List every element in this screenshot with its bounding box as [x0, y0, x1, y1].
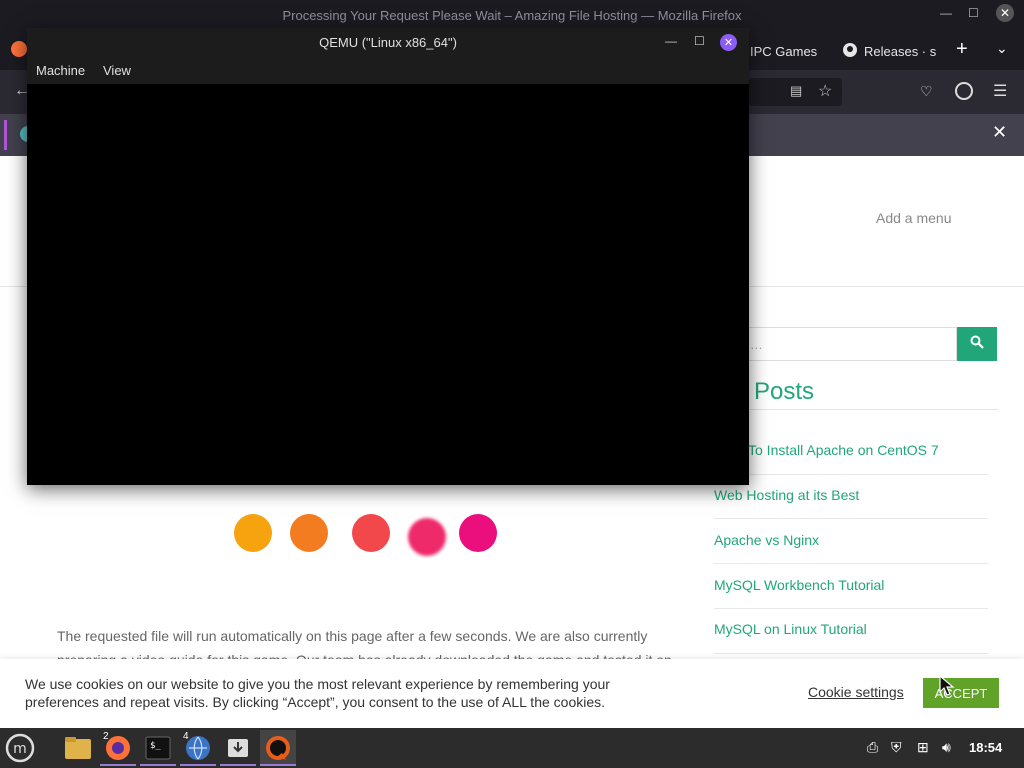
- cookie-text: We use cookies on our website to give yo…: [25, 676, 610, 710]
- loader-dot: [290, 514, 328, 552]
- tab-ipc-games[interactable]: IPC Games: [750, 38, 817, 64]
- search-input[interactable]: h …: [714, 327, 957, 361]
- menu-machine[interactable]: Machine: [36, 63, 85, 78]
- active-indicator: [100, 764, 136, 766]
- post-link[interactable]: MySQL on Linux Tutorial: [714, 621, 867, 637]
- post-link[interactable]: Web Hosting at its Best: [714, 487, 859, 503]
- taskbar: m 2 $_ 4 ⎙ ⛨ ⊞ 🔊︎ 18:54: [0, 728, 1024, 768]
- post-divider: [714, 653, 988, 654]
- post-divider: [714, 608, 988, 609]
- qemu-minimize-icon[interactable]: —: [665, 34, 677, 48]
- notes-tray-icon[interactable]: ⎙: [867, 739, 878, 756]
- terminal-icon[interactable]: $_: [140, 730, 176, 766]
- firefox-titlebar: Processing Your Request Please Wait – Am…: [0, 0, 1024, 30]
- browser-icon[interactable]: 4: [180, 730, 216, 766]
- post-divider: [714, 563, 988, 564]
- loader-dot: [408, 518, 446, 556]
- clock[interactable]: 18:54: [969, 740, 1002, 755]
- qemu-display[interactable]: [27, 84, 749, 485]
- account-icon[interactable]: [955, 82, 973, 100]
- search-button[interactable]: [957, 327, 997, 361]
- notification-close-icon[interactable]: ✕: [992, 122, 1007, 143]
- mint-menu-icon[interactable]: m: [2, 730, 38, 766]
- active-indicator: [260, 764, 296, 766]
- menu-view[interactable]: View: [103, 63, 131, 78]
- tab-releases[interactable]: Releases · s: [842, 38, 936, 64]
- close-icon[interactable]: ✕: [996, 4, 1014, 22]
- recent-posts-divider: [714, 409, 998, 410]
- maximize-icon[interactable]: ☐: [968, 6, 979, 20]
- minimize-icon[interactable]: —: [940, 6, 952, 20]
- qemu-taskbar-icon[interactable]: [260, 730, 296, 766]
- notification-accent: [4, 120, 7, 150]
- firefox-taskbar-icon[interactable]: 2: [100, 730, 136, 766]
- cookie-settings-link[interactable]: Cookie settings: [808, 684, 904, 700]
- firefox-icon[interactable]: [11, 41, 27, 57]
- bookmark-star-icon[interactable]: ☆: [818, 81, 832, 101]
- post-link[interactable]: MySQL Workbench Tutorial: [714, 577, 884, 593]
- shield-icon[interactable]: ⛨: [891, 739, 902, 756]
- svg-text:$_: $_: [150, 741, 161, 751]
- cookie-banner: We use cookies on our website to give yo…: [0, 659, 1024, 728]
- hamburger-menu-icon[interactable]: ☰: [993, 81, 1007, 101]
- loader-dot: [234, 514, 272, 552]
- qemu-window: QEMU ("Linux x86_64") — ☐ ✕ Machine View: [27, 28, 749, 485]
- post-link[interactable]: To Install Apache on CentOS 7: [748, 442, 939, 458]
- url-bar[interactable]: ▤ ☆: [748, 78, 842, 106]
- search-icon: [970, 335, 984, 354]
- post-divider: [714, 474, 988, 475]
- qemu-titlebar: QEMU ("Linux x86_64"): [27, 28, 749, 56]
- firefox-window-title: Processing Your Request Please Wait – Am…: [282, 7, 742, 23]
- pocket-icon[interactable]: ♡: [920, 83, 933, 100]
- archive-manager-icon[interactable]: [220, 730, 256, 766]
- qemu-window-title: QEMU ("Linux x86_64"): [319, 34, 457, 50]
- post-link[interactable]: Apache vs Nginx: [714, 532, 819, 548]
- new-tab-icon[interactable]: +: [956, 38, 968, 61]
- svg-text:m: m: [13, 741, 27, 757]
- loader-dot: [352, 514, 390, 552]
- qemu-close-icon[interactable]: ✕: [720, 34, 737, 51]
- post-divider: [714, 518, 988, 519]
- active-indicator: [140, 764, 176, 766]
- mouse-cursor-icon: [939, 674, 955, 702]
- reader-view-icon[interactable]: ▤: [790, 83, 802, 99]
- files-icon[interactable]: [60, 730, 96, 766]
- active-indicator: [220, 764, 256, 766]
- network-icon[interactable]: ⊞: [917, 739, 929, 756]
- chevron-down-icon[interactable]: ⌄: [996, 40, 1008, 57]
- qemu-maximize-icon[interactable]: ☐: [694, 34, 705, 48]
- volume-icon[interactable]: 🔊︎: [942, 739, 951, 756]
- active-indicator: [180, 764, 216, 766]
- loader-dot: [459, 514, 497, 552]
- qemu-menubar: Machine View: [27, 56, 749, 84]
- add-menu-link[interactable]: Add a menu: [876, 210, 952, 226]
- accept-button[interactable]: ACCEPT: [923, 678, 999, 708]
- github-icon: [842, 42, 858, 61]
